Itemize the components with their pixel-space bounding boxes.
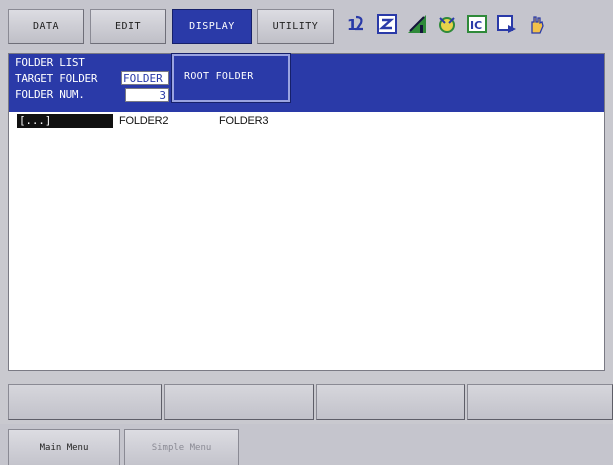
display-dropdown: ROOT FOLDER — [172, 54, 290, 102]
play-icon[interactable] — [495, 12, 519, 36]
bottom-bar: Main Menu Simple Menu — [0, 424, 613, 465]
folder-item-parent[interactable]: [...] — [17, 114, 113, 128]
function-key-1[interactable] — [8, 384, 162, 420]
simple-menu-button[interactable]: Simple Menu — [124, 429, 239, 465]
folder-list-panel: FOLDER LIST TARGET FOLDER FOLDER FOLDER … — [8, 53, 605, 371]
signal-icon[interactable] — [405, 12, 429, 36]
folder-num-label: FOLDER NUM. — [15, 88, 85, 101]
panel-title: FOLDER LIST — [15, 56, 85, 69]
folder-item-folder2[interactable]: FOLDER2 — [119, 114, 169, 128]
hand-icon[interactable] — [525, 12, 549, 36]
panel-header: FOLDER LIST TARGET FOLDER FOLDER FOLDER … — [9, 54, 604, 112]
svg-text:1: 1 — [347, 16, 357, 34]
io-icon[interactable]: IC — [465, 12, 489, 36]
target-folder-label: TARGET FOLDER — [15, 72, 98, 85]
function-key-3[interactable] — [316, 384, 465, 420]
menu-tab-edit[interactable]: EDIT — [90, 9, 166, 44]
svg-text:IC: IC — [470, 19, 482, 32]
top-menu-bar: DATA EDIT DISPLAY UTILITY 1 IC — [0, 0, 613, 50]
menu-tab-display[interactable]: DISPLAY — [172, 9, 252, 44]
gear-robot-icon[interactable] — [435, 12, 459, 36]
folder-row: [...] FOLDER2 FOLDER3 — [9, 114, 604, 128]
status-icons: 1 IC — [345, 12, 549, 36]
folder-num-field[interactable]: 3 — [125, 88, 169, 102]
menu-tab-data[interactable]: DATA — [8, 9, 84, 44]
menu-tab-utility[interactable]: UTILITY — [257, 9, 334, 44]
edit-mode-icon[interactable] — [375, 12, 399, 36]
job-step-icon[interactable]: 1 — [345, 12, 369, 36]
function-key-2[interactable] — [164, 384, 314, 420]
folder-item-folder3[interactable]: FOLDER3 — [219, 114, 269, 128]
dropdown-item-root-folder[interactable]: ROOT FOLDER — [184, 71, 254, 82]
function-key-4[interactable] — [467, 384, 613, 420]
function-key-row — [0, 378, 613, 424]
main-menu-button[interactable]: Main Menu — [8, 429, 120, 465]
target-folder-field[interactable]: FOLDER — [121, 71, 169, 85]
